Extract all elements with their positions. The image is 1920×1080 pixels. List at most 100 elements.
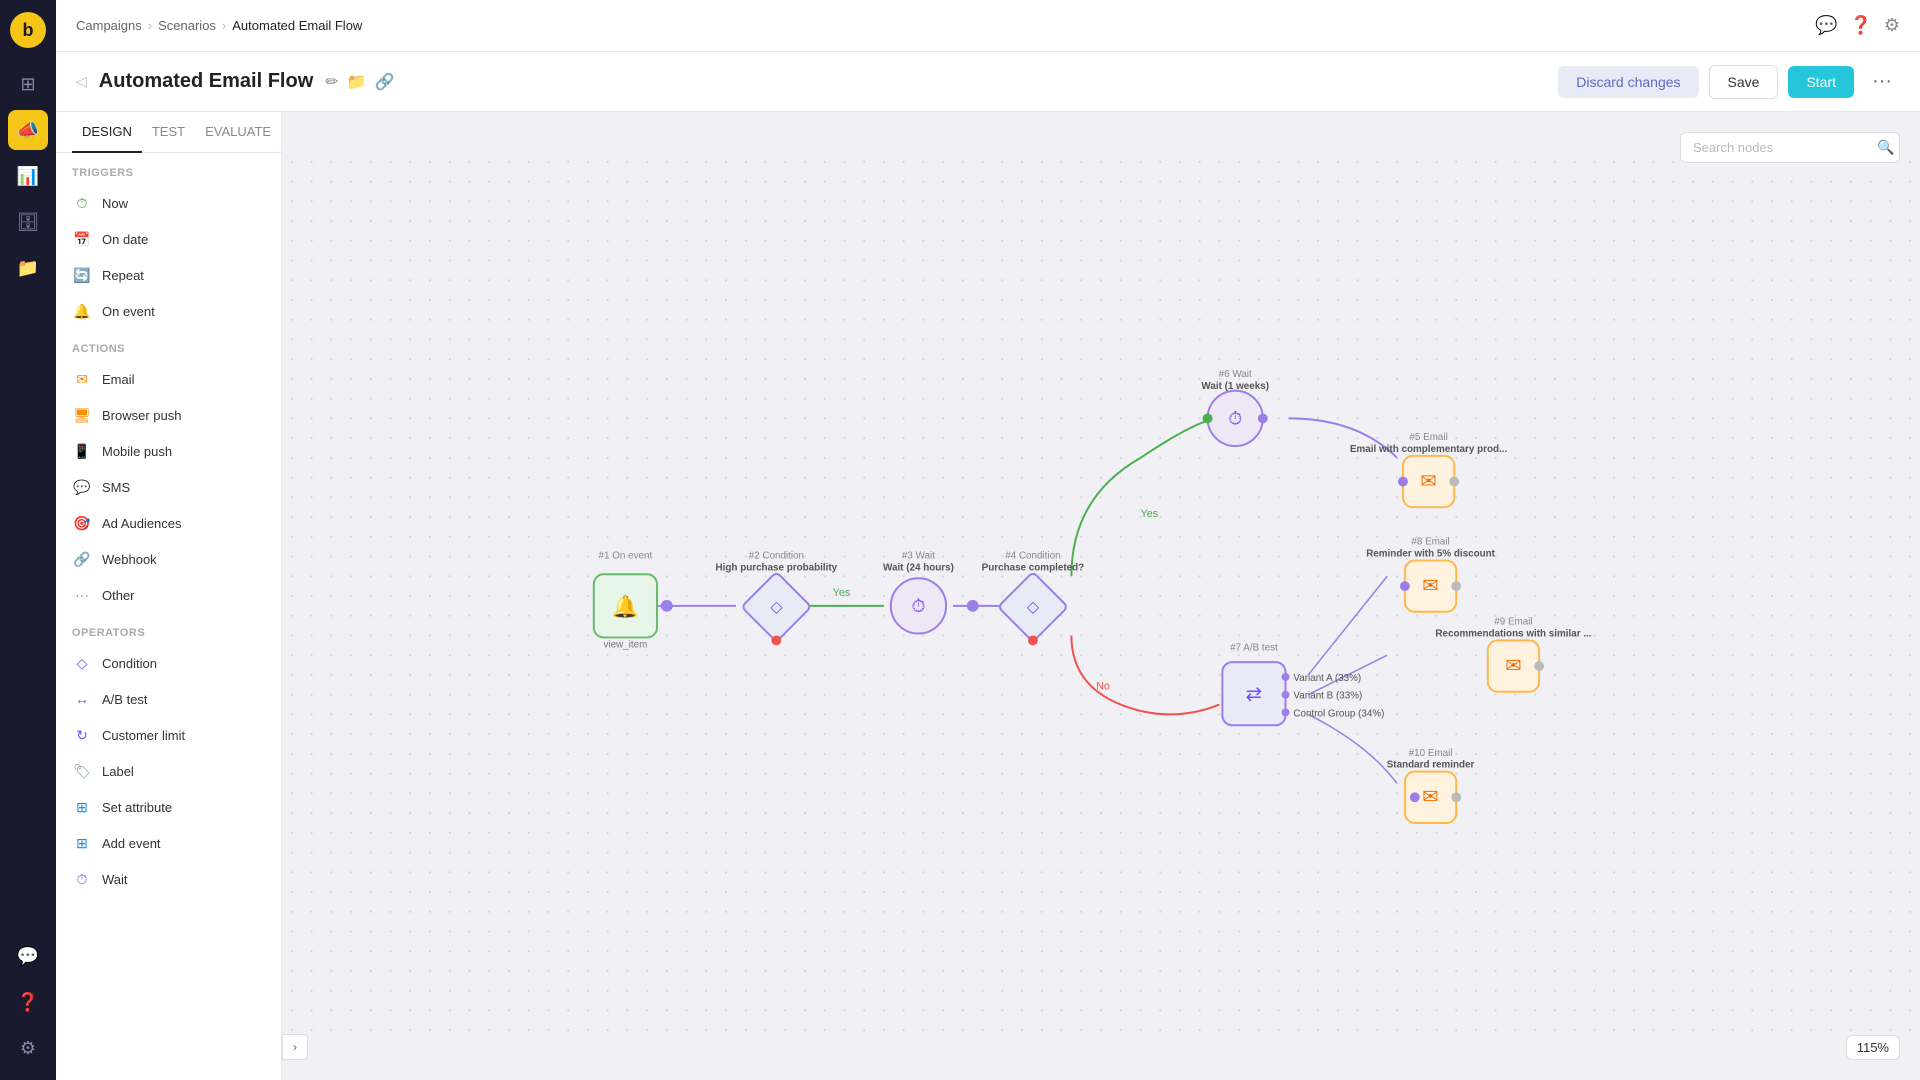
sidebar-item-other[interactable]: ··· Other [56, 577, 281, 613]
svg-text:#7 A/B test: #7 A/B test [1230, 642, 1278, 653]
breadcrumb-sep1: › [148, 18, 152, 33]
title-bar: ◁ Automated Email Flow ✏ 📁 🔗 Discard cha… [56, 52, 1920, 112]
header-icon-help[interactable]: ❓ [1849, 15, 1871, 36]
search-nodes-container: 🔍 [1680, 132, 1900, 163]
webhook-icon: 🔗 [72, 549, 92, 569]
svg-text:⇄: ⇄ [1246, 684, 1263, 706]
nav-icon-data[interactable]: 🗄 [8, 202, 48, 242]
tab-test[interactable]: TEST [142, 112, 195, 153]
header-icon-chat[interactable]: 💬 [1815, 15, 1837, 36]
set-attribute-label: Set attribute [102, 800, 172, 815]
svg-text:#9 Email: #9 Email [1494, 617, 1532, 628]
condition-icon: ◇ [72, 653, 92, 673]
wait-label: Wait [102, 872, 128, 887]
svg-text:◇: ◇ [1027, 599, 1040, 616]
svg-text:Variant B (33%): Variant B (33%) [1293, 691, 1362, 702]
ab-test-icon: ↔ [72, 689, 92, 709]
edit-icon[interactable]: ✏ [325, 72, 338, 92]
nav-icon-chat[interactable]: 💬 [8, 936, 48, 976]
svg-text:⏱: ⏱ [912, 596, 926, 616]
discard-button[interactable]: Discard changes [1558, 66, 1698, 98]
breadcrumb-scenarios[interactable]: Scenarios [158, 18, 216, 33]
operators-label: Operators [56, 613, 281, 645]
collapse-arrow[interactable]: › [282, 1034, 308, 1060]
customer-limit-label: Customer limit [102, 728, 185, 743]
canvas-area[interactable]: 🔍 Yes [282, 112, 1920, 1080]
ad-audiences-icon: 🎯 [72, 513, 92, 533]
repeat-label: Repeat [102, 268, 144, 283]
svg-text:#2 Condition: #2 Condition [749, 551, 804, 562]
app-nav: b ⊞ 📣 📊 🗄 📁 💬 ❓ ⚙ [0, 0, 56, 1080]
sidebar-item-on-event[interactable]: 🔔 On event [56, 293, 281, 329]
sidebar-item-ab-test[interactable]: ↔ A/B test [56, 681, 281, 717]
actions-label: Actions [56, 329, 281, 361]
more-button[interactable]: ··· [1864, 66, 1900, 97]
svg-text:Purchase completed?: Purchase completed? [982, 562, 1084, 573]
sidebar-item-email[interactable]: ✉ Email [56, 361, 281, 397]
email-icon: ✉ [72, 369, 92, 389]
now-label: Now [102, 196, 128, 211]
sidebar-item-add-event[interactable]: ⊞ Add event [56, 825, 281, 861]
wait-icon: ⏱ [72, 869, 92, 889]
set-attribute-icon: ⊞ [72, 797, 92, 817]
email-label: Email [102, 372, 135, 387]
sidebar-item-mobile-push[interactable]: 📱 Mobile push [56, 433, 281, 469]
title-bar-actions: Discard changes Save Start ··· [1558, 65, 1900, 99]
sidebar-item-customer-limit[interactable]: ↻ Customer limit [56, 717, 281, 753]
sidebar-item-wait[interactable]: ⏱ Wait [56, 861, 281, 897]
nav-icon-campaigns[interactable]: 📣 [8, 110, 48, 150]
svg-text:#8 Email: #8 Email [1411, 537, 1449, 548]
sidebar-item-now[interactable]: ⏱ Now [56, 185, 281, 221]
svg-text:Yes: Yes [833, 587, 851, 599]
sidebar-item-condition[interactable]: ◇ Condition [56, 645, 281, 681]
folder-icon[interactable]: 📁 [347, 72, 367, 92]
breadcrumb-current: Automated Email Flow [232, 18, 362, 33]
search-nodes-input[interactable] [1693, 140, 1869, 155]
nav-icon-settings[interactable]: ⚙ [8, 1028, 48, 1068]
app-logo: b [10, 12, 46, 48]
svg-text:#3 Wait: #3 Wait [902, 551, 935, 562]
svg-text:Reminder with 5% discount: Reminder with 5% discount [1366, 549, 1495, 560]
svg-text:◇: ◇ [770, 599, 783, 616]
svg-text:High purchase probability: High purchase probability [716, 562, 838, 573]
ab-test-label: A/B test [102, 692, 148, 707]
breadcrumb-campaigns[interactable]: Campaigns [76, 18, 142, 33]
condition-label: Condition [102, 656, 157, 671]
tab-design[interactable]: DESIGN [72, 112, 142, 153]
nav-icon-analytics[interactable]: 📊 [8, 156, 48, 196]
sidebar-item-browser-push[interactable]: 🖥 Browser push [56, 397, 281, 433]
sidebar-tabs: DESIGN TEST EVALUATE [56, 112, 281, 153]
sidebar-item-repeat[interactable]: 🔄 Repeat [56, 257, 281, 293]
title-bar-icons: ✏ 📁 🔗 [325, 72, 394, 92]
sidebar-item-ad-audiences[interactable]: 🎯 Ad Audiences [56, 505, 281, 541]
header-icon-settings[interactable]: ⚙ [1884, 15, 1900, 36]
ad-audiences-label: Ad Audiences [102, 516, 182, 531]
svg-text:Wait (24 hours): Wait (24 hours) [883, 562, 954, 573]
svg-text:Yes: Yes [1140, 508, 1158, 520]
search-icon: 🔍 [1877, 139, 1894, 156]
sidebar-item-sms[interactable]: 💬 SMS [56, 469, 281, 505]
svg-text:Email with complementary prod.: Email with complementary prod... [1350, 444, 1507, 455]
label-icon: 🏷 [72, 761, 92, 781]
svg-text:Standard reminder: Standard reminder [1387, 760, 1475, 771]
sidebar-item-label[interactable]: 🏷 Label [56, 753, 281, 789]
sidebar-item-set-attribute[interactable]: ⊞ Set attribute [56, 789, 281, 825]
link-icon[interactable]: 🔗 [375, 72, 395, 92]
save-button[interactable]: Save [1709, 65, 1779, 99]
tab-evaluate[interactable]: EVALUATE [195, 112, 281, 153]
svg-text:#10 Email: #10 Email [1409, 748, 1453, 759]
nav-icon-help[interactable]: ❓ [8, 982, 48, 1022]
svg-text:#4 Condition: #4 Condition [1005, 551, 1060, 562]
repeat-icon: 🔄 [72, 265, 92, 285]
sidebar-item-on-date[interactable]: 📅 On date [56, 221, 281, 257]
start-button[interactable]: Start [1788, 66, 1854, 98]
webhook-label: Webhook [102, 552, 157, 567]
nav-icon-dashboard[interactable]: ⊞ [8, 64, 48, 104]
sidebar-item-webhook[interactable]: 🔗 Webhook [56, 541, 281, 577]
svg-text:#5 Email: #5 Email [1409, 432, 1447, 443]
back-arrow[interactable]: ◁ [76, 73, 87, 90]
now-icon: ⏱ [72, 193, 92, 213]
label-label: Label [102, 764, 134, 779]
nav-icon-files[interactable]: 📁 [8, 248, 48, 288]
on-event-label: On event [102, 304, 155, 319]
